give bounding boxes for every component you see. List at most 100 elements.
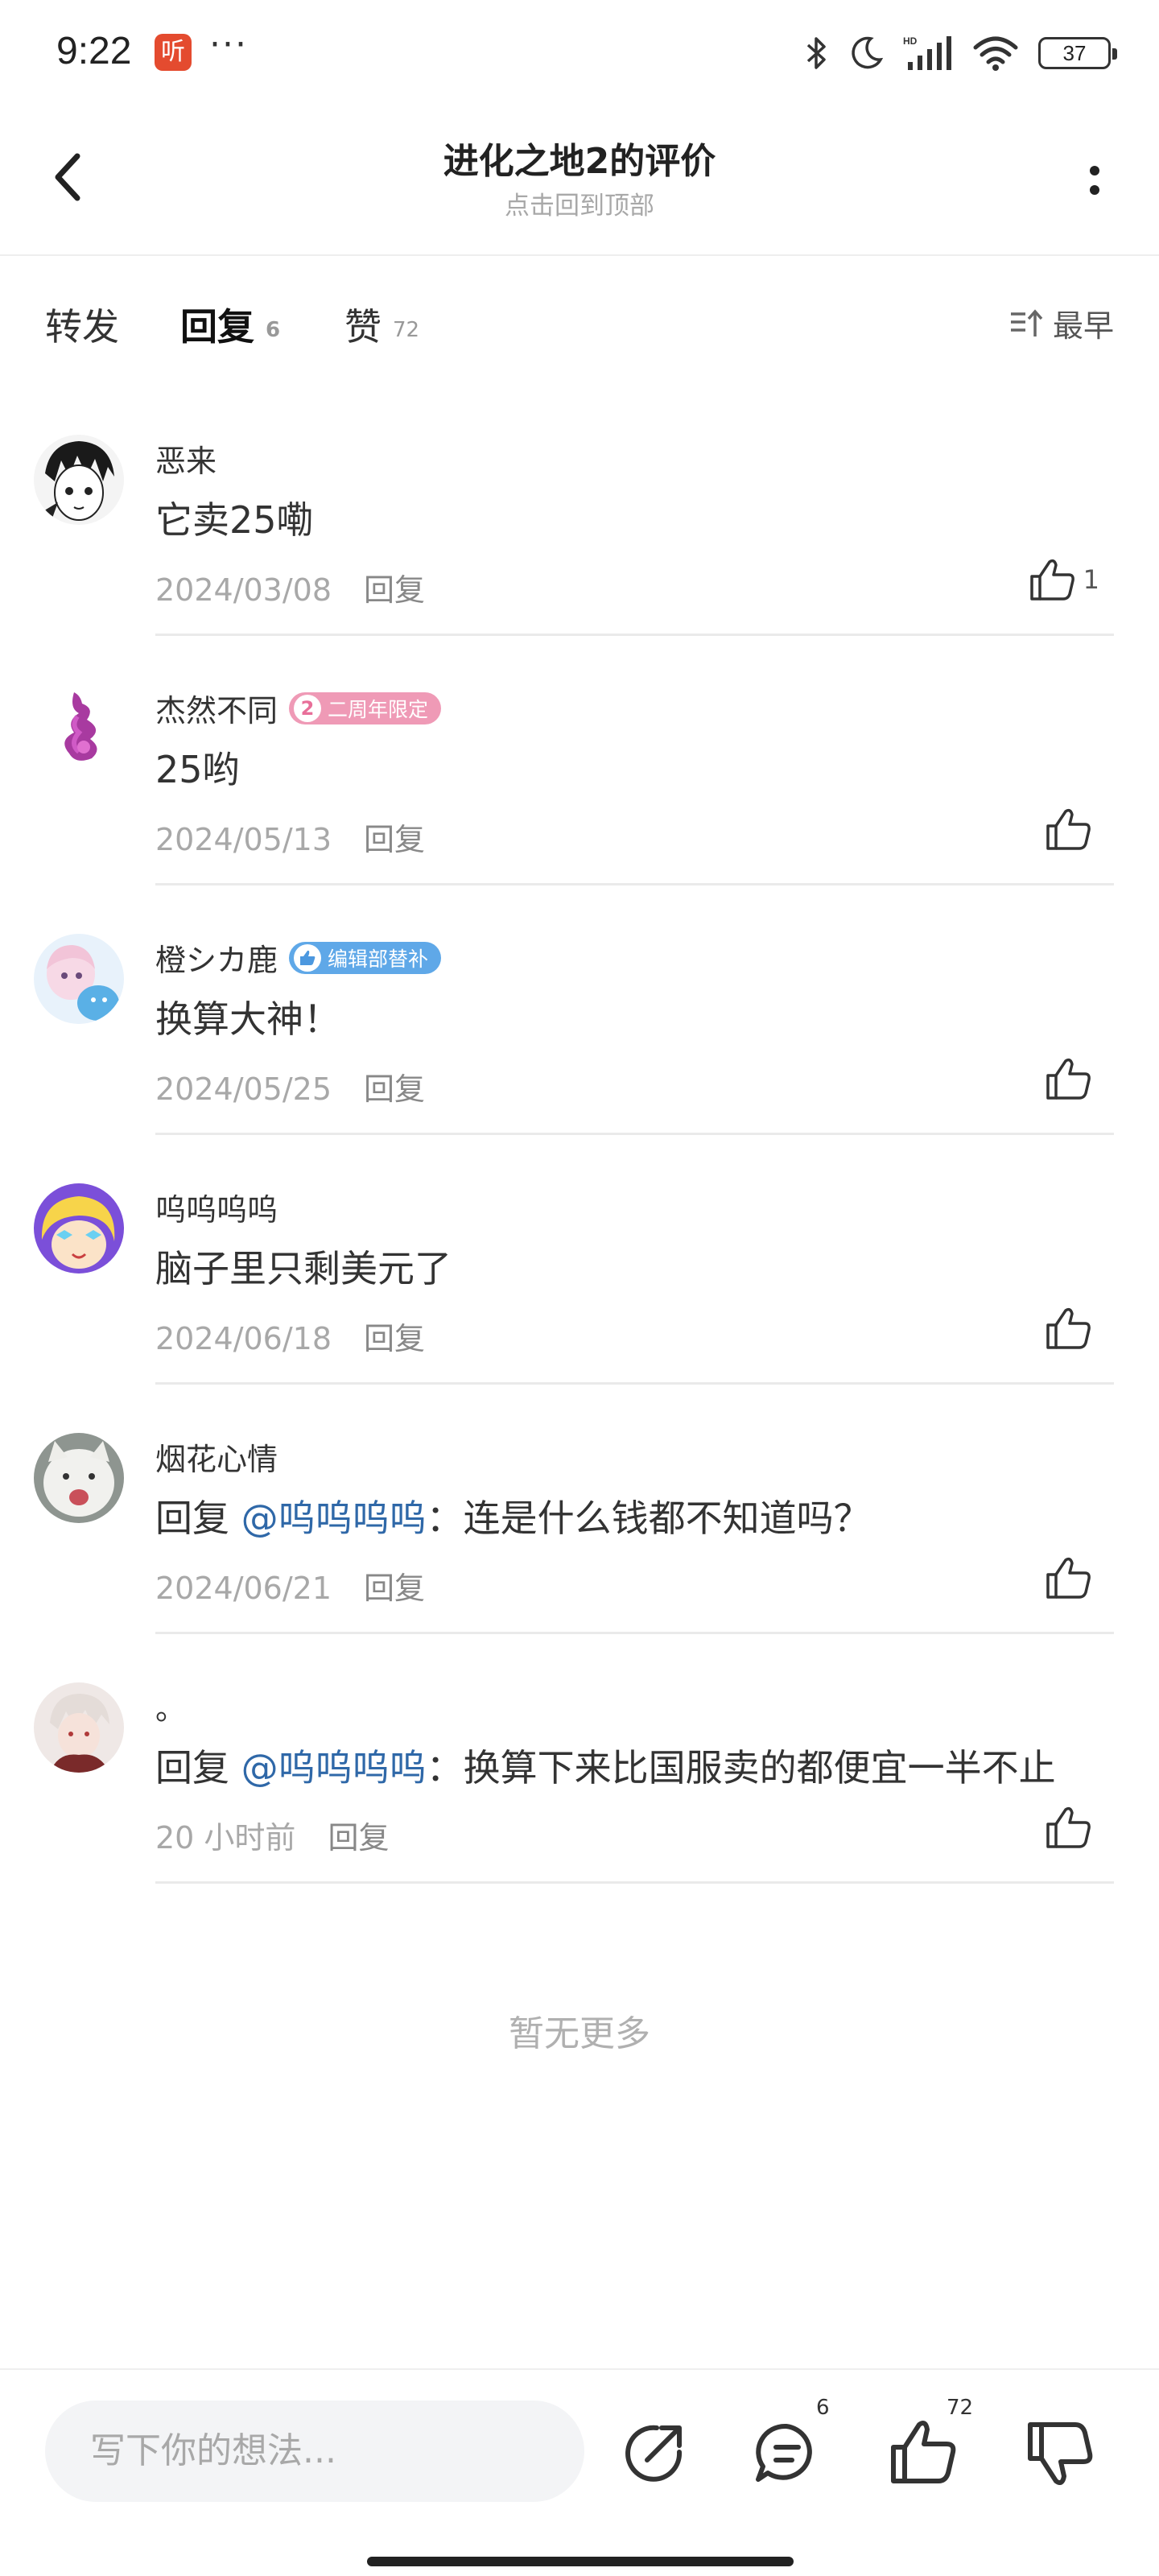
reply-button[interactable]: 回复 — [364, 822, 425, 857]
character-avatar-icon[interactable] — [34, 1682, 124, 1773]
comment-item: 杰然不同 2 二周年限定 25哟 2024/05/13 回复 — [0, 636, 1159, 886]
wifi-icon — [973, 36, 1018, 71]
editor-badge: 编辑部替补 — [289, 941, 442, 974]
comment-author[interactable]: 烟花心情 — [155, 1435, 278, 1479]
page-title[interactable]: 进化之地2的评价 — [0, 132, 1159, 184]
badge-thumbs-up-icon — [294, 943, 322, 972]
reply-button[interactable]: 回复 — [364, 1571, 425, 1606]
comment-icon[interactable] — [750, 2417, 823, 2489]
mention-link[interactable]: @呜呜呜呜 — [241, 1746, 427, 1790]
tab-forward[interactable]: 转发 — [45, 298, 119, 351]
bottom-action-bar: 写下你的想法... 6 72 — [0, 2368, 1159, 2576]
battery-indicator: 37 — [1038, 37, 1117, 69]
divider — [155, 1881, 1114, 1884]
comment-meta: 2024/06/18 回复 — [155, 1314, 425, 1358]
share-icon[interactable] — [617, 2417, 689, 2489]
comment-input-placeholder: 写下你的想法... — [90, 2430, 336, 2471]
comment-author[interactable]: 杰然不同 2 二周年限定 — [155, 686, 442, 730]
reply-button[interactable]: 回复 — [364, 572, 425, 608]
tab-like-count: 72 — [393, 317, 420, 342]
anniversary-2-icon: 2 — [294, 694, 322, 722]
back-to-top-hint[interactable]: 点击回到顶部 — [0, 185, 1159, 221]
listen-app-icon: 听 — [155, 34, 192, 71]
comment-text[interactable]: 25哟 — [155, 741, 240, 794]
comment-meta: 2024/06/21 回复 — [155, 1563, 425, 1608]
tab-reply-label: 回复 — [180, 305, 254, 349]
comment-date: 2024/05/25 — [155, 1071, 332, 1107]
page-header: 进化之地2的评价 点击回到顶部 — [0, 105, 1159, 256]
bluetooth-icon — [806, 37, 826, 69]
comment-item: 。 回复 @呜呜呜呜：换算下来比国服卖的都便宜一半不止 20 小时前 回复 — [0, 1634, 1159, 1884]
reply-button[interactable]: 回复 — [364, 1071, 425, 1107]
thumbs-up-icon — [1046, 1307, 1091, 1349]
comment-item: 呜呜呜呜 脑子里只剩美元了 2024/06/18 回复 — [0, 1135, 1159, 1385]
comment-date: 2024/05/13 — [155, 822, 332, 857]
comment-meta: 2024/03/08 回复 — [155, 565, 425, 609]
comment-author[interactable]: 。 — [155, 1684, 186, 1728]
comment-author[interactable]: 橙シカ鹿 编辑部替补 — [155, 935, 442, 980]
comment-input[interactable]: 写下你的想法... — [45, 2401, 584, 2502]
home-indicator[interactable] — [367, 2557, 794, 2566]
comment-text[interactable]: 回复 @呜呜呜呜：连是什么钱都不知道吗？ — [155, 1489, 871, 1542]
comment-author[interactable]: 呜呜呜呜 — [155, 1185, 278, 1229]
more-notifications-icon: ··· — [209, 24, 248, 65]
comment-date: 2024/06/21 — [155, 1571, 332, 1606]
sort-label: 最早 — [1052, 308, 1114, 344]
comment-date: 2024/06/18 — [155, 1321, 332, 1356]
svg-text:HD: HD — [903, 35, 918, 47]
comment-author[interactable]: 恶来 — [155, 436, 217, 481]
reply-button[interactable]: 回复 — [364, 1321, 425, 1356]
like-icon[interactable] — [887, 2417, 959, 2489]
comment-meta: 2024/05/25 回复 — [155, 1064, 425, 1108]
comment-item: 橙シカ鹿 编辑部替补 换算大神！ 2024/05/25 回复 — [0, 886, 1159, 1135]
comment-item: 烟花心情 回复 @呜呜呜呜：连是什么钱都不知道吗？ 2024/06/21 回复 — [0, 1385, 1159, 1634]
thumbs-up-icon — [1046, 1557, 1091, 1599]
tab-like-label: 赞 — [344, 305, 382, 349]
comment-count: 6 — [816, 2396, 830, 2420]
comment-text[interactable]: 回复 @呜呜呜呜：换算下来比国服卖的都便宜一半不止 — [155, 1739, 1056, 1792]
tab-bar: 转发 回复 6 赞 72 最早 — [0, 256, 1159, 385]
like-count: 1 — [1083, 564, 1099, 595]
cartoon-avatar-icon[interactable] — [34, 1183, 124, 1274]
reply-prefix: 回复 — [155, 1746, 241, 1790]
dislike-icon[interactable] — [1024, 2417, 1096, 2489]
status-bar: 9:22 听 ··· HD 37 — [0, 0, 1159, 105]
comment-date: 20 小时前 — [155, 1820, 296, 1856]
comment-text[interactable]: 换算大神！ — [155, 990, 340, 1043]
like-button[interactable] — [1045, 1306, 1099, 1351]
reply-prefix: 回复 — [155, 1496, 241, 1540]
comment-meta: 20 小时前 回复 — [155, 1813, 389, 1857]
smoke-avatar-icon[interactable] — [34, 684, 124, 774]
comment-item: 恶来 它卖25嘞 2024/03/08 回复 1 — [0, 386, 1159, 636]
comment-date: 2024/03/08 — [155, 572, 332, 608]
sort-ascending-icon — [1010, 308, 1043, 336]
tab-like[interactable]: 赞 72 — [344, 298, 419, 351]
signal-icon: HD — [903, 35, 951, 70]
sort-button[interactable]: 最早 — [1009, 301, 1114, 345]
tab-reply[interactable]: 回复 6 — [180, 298, 280, 351]
like-button[interactable] — [1045, 807, 1099, 852]
do-not-disturb-icon — [852, 36, 884, 69]
thumbs-up-icon — [1046, 808, 1091, 850]
like-count-total: 72 — [947, 2396, 974, 2420]
manga-avatar-icon[interactable] — [34, 435, 124, 525]
like-button[interactable] — [1045, 1555, 1099, 1600]
like-button[interactable] — [1045, 1056, 1099, 1101]
like-button[interactable] — [1045, 1805, 1099, 1850]
comment-text[interactable]: 脑子里只剩美元了 — [155, 1240, 452, 1293]
like-button[interactable]: 1 — [1029, 557, 1099, 602]
more-options-icon[interactable] — [1079, 153, 1111, 209]
cat-avatar-icon[interactable] — [34, 1433, 124, 1523]
thumbs-up-icon — [1046, 1806, 1091, 1848]
anniversary-badge: 2 二周年限定 — [289, 691, 442, 724]
reply-button[interactable]: 回复 — [328, 1820, 389, 1856]
comment-meta: 2024/05/13 回复 — [155, 815, 425, 859]
status-time: 9:22 — [56, 30, 132, 72]
anime-girl-avatar-icon[interactable] — [34, 934, 124, 1024]
no-more-text: 暂无更多 — [509, 2013, 650, 2054]
thumbs-up-icon — [1046, 1058, 1091, 1100]
comment-text[interactable]: 它卖25嘞 — [155, 491, 314, 544]
thumbs-up-icon — [1029, 559, 1074, 601]
tab-forward-label: 转发 — [45, 305, 119, 349]
mention-link[interactable]: @呜呜呜呜 — [241, 1496, 427, 1540]
